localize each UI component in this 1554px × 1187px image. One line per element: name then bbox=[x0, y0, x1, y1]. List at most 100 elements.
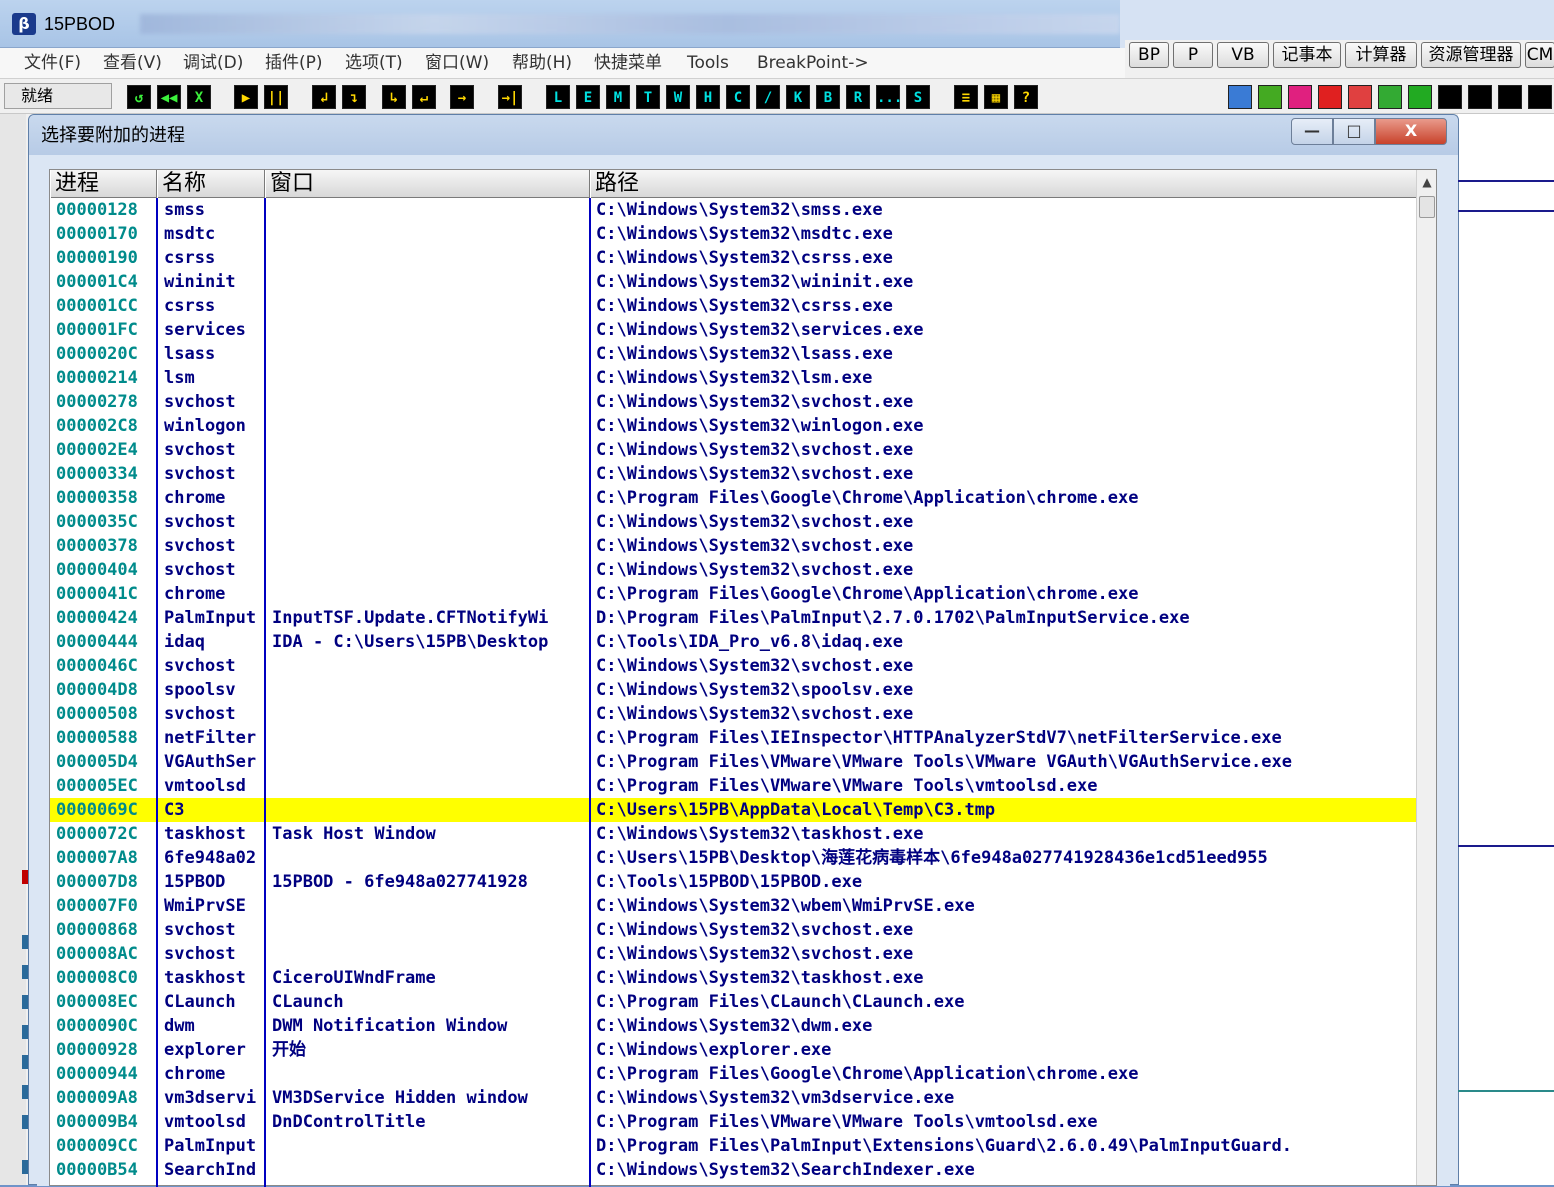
quick-button-0[interactable]: BP bbox=[1129, 42, 1169, 68]
toolbar-button-22[interactable]: ... bbox=[876, 85, 902, 109]
table-row[interactable]: 000004D8 spoolsv C:\Windows\System32\spool… bbox=[50, 678, 1416, 702]
toolbar-button-8[interactable]: ↵ bbox=[412, 85, 436, 109]
maximize-button[interactable]: □ bbox=[1333, 118, 1375, 145]
column-header-window[interactable]: 窗口 bbox=[265, 170, 590, 198]
quick-button-6[interactable]: CM bbox=[1525, 42, 1554, 68]
minimize-button[interactable]: — bbox=[1291, 118, 1333, 145]
toolbar-button-23[interactable]: S bbox=[906, 85, 930, 109]
toolbar-button-13[interactable]: M bbox=[606, 85, 630, 109]
table-row[interactable]: 00000358 chrome C:\Program Files\Google\Ch… bbox=[50, 486, 1416, 510]
table-row[interactable]: 00000378 svchost C:\Windows\System32\svcho… bbox=[50, 534, 1416, 558]
table-row[interactable]: 00000128 smss C:\Windows\System32\smss.exe bbox=[50, 198, 1416, 222]
toolbar-button-12[interactable]: E bbox=[576, 85, 600, 109]
toolbar-button-10[interactable]: →| bbox=[498, 85, 522, 109]
toolbar-button-2[interactable]: X bbox=[187, 85, 211, 109]
table-row[interactable]: 00000588 netFilter C:\Program Files\IEInsp… bbox=[50, 726, 1416, 750]
menu-item-2[interactable]: 调试(D) bbox=[183, 52, 243, 74]
table-row[interactable]: 00000508 svchost C:\Windows\System32\svcho… bbox=[50, 702, 1416, 726]
table-row[interactable]: 00000928 explorer 开始 C:\Windows\explorer.ex… bbox=[50, 1038, 1416, 1062]
toolbar-button-7[interactable]: ↳ bbox=[382, 85, 406, 109]
toolbar-button-5[interactable]: ↲ bbox=[312, 85, 336, 109]
column-header-name[interactable]: 名称 bbox=[157, 170, 265, 198]
table-row[interactable]: 00000170 msdtc C:\Windows\System32\msdtc.e… bbox=[50, 222, 1416, 246]
toolbar-button-17[interactable]: C bbox=[726, 85, 750, 109]
table-row[interactable]: 00000B54 SearchInd C:\Windows\System32\Sea… bbox=[50, 1158, 1416, 1182]
tool-icon-2[interactable] bbox=[1288, 85, 1312, 109]
table-row[interactable]: 0000069C C3 C:\Users\15PB\AppData\Local\Te… bbox=[50, 798, 1416, 822]
table-row[interactable]: 000002E4 svchost C:\Windows\System32\svcho… bbox=[50, 438, 1416, 462]
table-row[interactable]: 000009B4 vmtoolsd DnDControlTitle C:\Progra… bbox=[50, 1110, 1416, 1134]
vertical-scrollbar[interactable]: ▲ bbox=[1416, 170, 1436, 1185]
toolbar-button-25[interactable]: ▦ bbox=[984, 85, 1008, 109]
toolbar-button-26[interactable]: ? bbox=[1014, 85, 1038, 109]
table-row[interactable]: 000007D8 15PBOD 15PBOD - 6fe948a027741928 C… bbox=[50, 870, 1416, 894]
table-row[interactable]: 0000041C chrome C:\Program Files\Google\Ch… bbox=[50, 582, 1416, 606]
table-row[interactable]: 00000334 svchost C:\Windows\System32\svcho… bbox=[50, 462, 1416, 486]
table-row[interactable]: 000008C0 taskhost CiceroUIWndFrame C:\Windo… bbox=[50, 966, 1416, 990]
toolbar-button-4[interactable]: || bbox=[264, 85, 288, 109]
table-row[interactable]: 000009A8 vm3dservi VM3DService Hidden wind… bbox=[50, 1086, 1416, 1110]
table-row[interactable]: 000001CC csrss C:\Windows\System32\csrss.e… bbox=[50, 294, 1416, 318]
table-row[interactable]: 00000278 svchost C:\Windows\System32\svcho… bbox=[50, 390, 1416, 414]
toolbar-button-3[interactable]: ▶ bbox=[234, 85, 258, 109]
tool-icon-5[interactable] bbox=[1378, 85, 1402, 109]
toolbar-button-20[interactable]: B bbox=[816, 85, 840, 109]
table-row[interactable]: 0000035C svchost C:\Windows\System32\svcho… bbox=[50, 510, 1416, 534]
table-row[interactable]: 000001C4 wininit C:\Windows\System32\winin… bbox=[50, 270, 1416, 294]
scroll-up-arrow-icon[interactable]: ▲ bbox=[1417, 170, 1437, 194]
table-row[interactable]: 0000046C svchost C:\Windows\System32\svcho… bbox=[50, 654, 1416, 678]
quick-button-5[interactable]: 资源管理器 bbox=[1421, 42, 1521, 68]
close-button[interactable]: X bbox=[1375, 118, 1447, 145]
menu-item-5[interactable]: 窗口(W) bbox=[425, 52, 489, 74]
table-row[interactable]: 00000444 idaq IDA - C:\Users\15PB\Desktop C… bbox=[50, 630, 1416, 654]
tool-icon-4[interactable] bbox=[1348, 85, 1372, 109]
tool-icon-7[interactable] bbox=[1438, 85, 1462, 109]
table-row[interactable]: 000008EC CLaunch CLaunch C:\Program Files\C… bbox=[50, 990, 1416, 1014]
table-row[interactable]: 00000214 lsm C:\Windows\System32\lsm.exe bbox=[50, 366, 1416, 390]
table-row[interactable]: 0000090C dwm DWM Notification Window C:\Win… bbox=[50, 1014, 1416, 1038]
toolbar-button-0[interactable]: ↺ bbox=[127, 85, 151, 109]
toolbar-button-21[interactable]: R bbox=[846, 85, 870, 109]
table-row[interactable]: 00000190 csrss C:\Windows\System32\csrss.e… bbox=[50, 246, 1416, 270]
menu-item-9[interactable]: BreakPoint-> bbox=[757, 52, 869, 74]
table-row[interactable]: 0000072C taskhost Task Host Window C:\Windo… bbox=[50, 822, 1416, 846]
toolbar-button-24[interactable]: ≡ bbox=[954, 85, 978, 109]
table-row[interactable]: 00000944 chrome C:\Program Files\Google\Ch… bbox=[50, 1062, 1416, 1086]
toolbar-button-16[interactable]: H bbox=[696, 85, 720, 109]
menu-item-8[interactable]: Tools bbox=[687, 52, 729, 74]
tool-icon-9[interactable] bbox=[1498, 85, 1522, 109]
quick-button-3[interactable]: 记事本 bbox=[1273, 42, 1341, 68]
table-row[interactable]: 000007A8 6fe948a02 C:\Users\15PB\Desktop\海… bbox=[50, 846, 1416, 870]
menu-item-1[interactable]: 查看(V) bbox=[103, 52, 162, 74]
table-row[interactable]: 00000868 svchost C:\Windows\System32\svcho… bbox=[50, 918, 1416, 942]
table-row[interactable]: 0000020C lsass C:\Windows\System32\lsass.e… bbox=[50, 342, 1416, 366]
quick-button-2[interactable]: VB bbox=[1217, 42, 1269, 68]
toolbar-button-18[interactable]: / bbox=[756, 85, 780, 109]
toolbar-button-1[interactable]: ◀◀ bbox=[157, 85, 181, 109]
menu-item-3[interactable]: 插件(P) bbox=[265, 52, 323, 74]
toolbar-button-15[interactable]: W bbox=[666, 85, 690, 109]
menu-item-6[interactable]: 帮助(H) bbox=[512, 52, 572, 74]
table-row[interactable]: 000008AC svchost C:\Windows\System32\svcho… bbox=[50, 942, 1416, 966]
process-list[interactable]: 进程 名称 窗口 路径 00000B54 SearchInd C:\Windows\… bbox=[49, 169, 1437, 1187]
toolbar-button-19[interactable]: K bbox=[786, 85, 810, 109]
table-row[interactable]: 000005D4 VGAuthSer C:\Program Files\VMware… bbox=[50, 750, 1416, 774]
table-row[interactable]: 000007F0 WmiPrvSE C:\Windows\System32\wbem… bbox=[50, 894, 1416, 918]
table-row[interactable]: 000009CC PalmInput D:\Program Files\PalmIn… bbox=[50, 1134, 1416, 1158]
tool-icon-6[interactable] bbox=[1408, 85, 1432, 109]
toolbar-button-6[interactable]: ↴ bbox=[342, 85, 366, 109]
menu-item-0[interactable]: 文件(F) bbox=[24, 52, 81, 74]
toolbar-button-11[interactable]: L bbox=[546, 85, 570, 109]
toolbar-button-9[interactable]: → bbox=[450, 85, 474, 109]
menu-item-7[interactable]: 快捷菜单 bbox=[594, 52, 662, 74]
column-header-pid[interactable]: 进程 bbox=[50, 170, 157, 198]
column-header-path[interactable]: 路径 bbox=[590, 170, 1416, 198]
quick-button-1[interactable]: P bbox=[1173, 42, 1213, 68]
tool-icon-10[interactable] bbox=[1528, 85, 1552, 109]
table-row[interactable]: 00000404 svchost C:\Windows\System32\svcho… bbox=[50, 558, 1416, 582]
tool-icon-8[interactable] bbox=[1468, 85, 1492, 109]
tool-icon-0[interactable] bbox=[1228, 85, 1252, 109]
menu-item-4[interactable]: 选项(T) bbox=[345, 52, 403, 74]
quick-button-4[interactable]: 计算器 bbox=[1345, 42, 1417, 68]
table-row[interactable]: 000002C8 winlogon C:\Windows\System32\winl… bbox=[50, 414, 1416, 438]
